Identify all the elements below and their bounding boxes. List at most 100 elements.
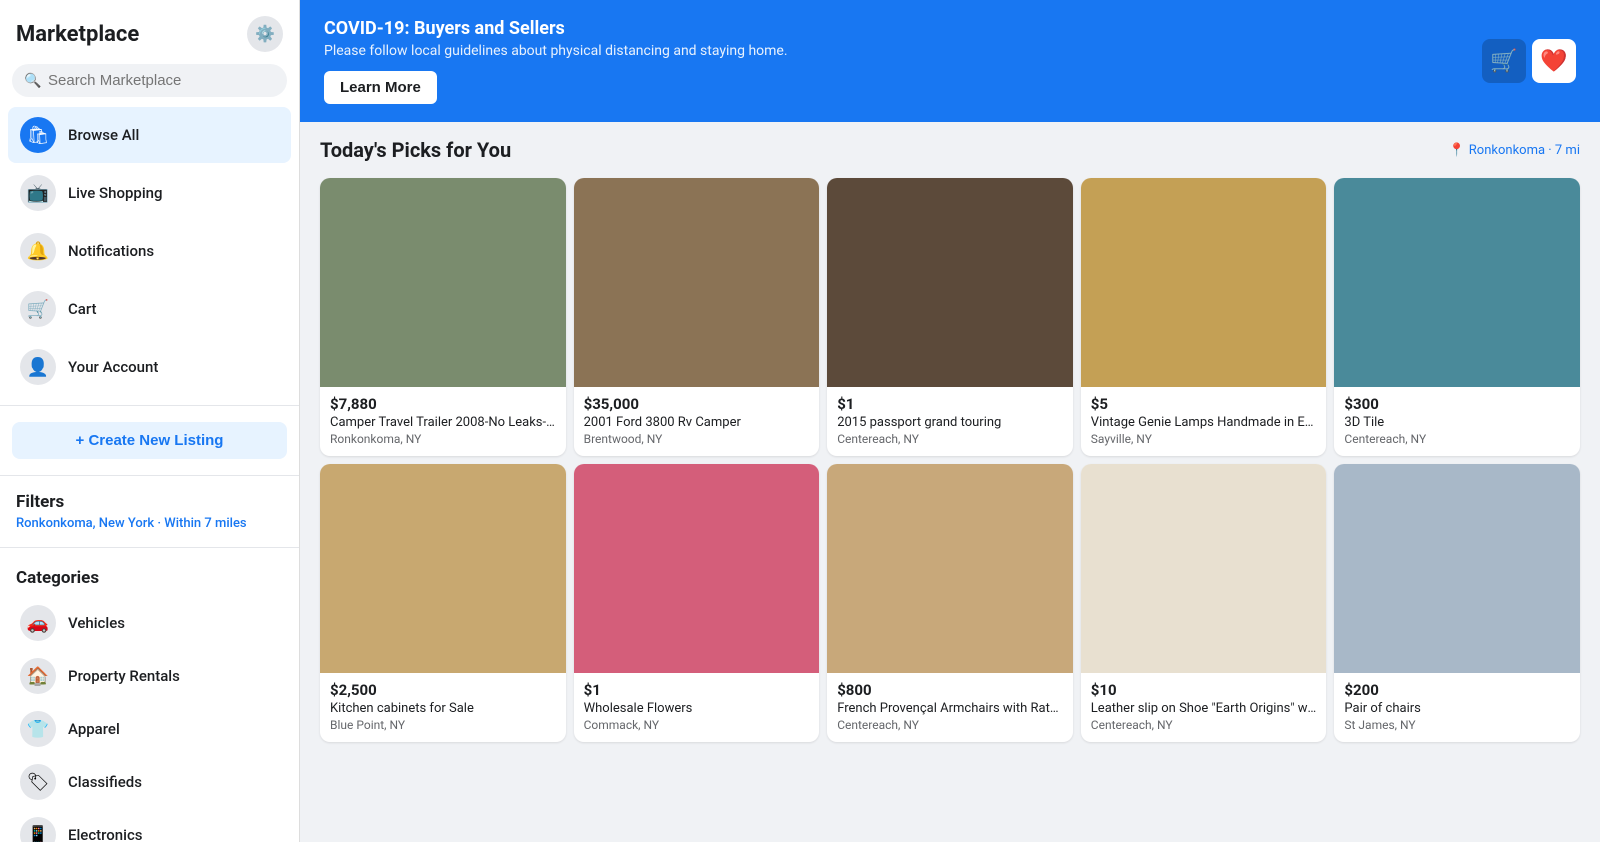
- listing-price-5: $2,500: [330, 681, 556, 699]
- apparel-label: Apparel: [68, 720, 120, 738]
- sidebar-item-your-account[interactable]: 👤 Your Account: [8, 339, 291, 395]
- cart-icon-box: 🛒: [1482, 39, 1526, 83]
- divider-3: [0, 547, 299, 548]
- listing-info-5: $2,500 Kitchen cabinets for Sale Blue Po…: [320, 673, 566, 742]
- listing-name-4: 3D Tile: [1344, 415, 1570, 430]
- listing-location-6: Commack, NY: [584, 718, 810, 732]
- listing-price-3: $5: [1091, 395, 1317, 413]
- listings-grid: $7,880 Camper Travel Trailer 2008-No Lea…: [320, 178, 1580, 742]
- sidebar-item-cart[interactable]: 🛒 Cart: [8, 281, 291, 337]
- create-listing-button[interactable]: + Create New Listing: [12, 422, 287, 459]
- search-box: 🔍: [12, 64, 287, 97]
- listing-card-8[interactable]: $10 Leather slip on Shoe "Earth Origins"…: [1081, 464, 1327, 742]
- listing-card-0[interactable]: $7,880 Camper Travel Trailer 2008-No Lea…: [320, 178, 566, 456]
- notifications-label: Notifications: [68, 242, 154, 260]
- listing-card-4[interactable]: $300 3D Tile Centereach, NY: [1334, 178, 1580, 456]
- listing-price-8: $10: [1091, 681, 1317, 699]
- listing-location-5: Blue Point, NY: [330, 718, 556, 732]
- listing-price-4: $300: [1344, 395, 1570, 413]
- divider-2: [0, 475, 299, 476]
- listing-image-8: [1081, 464, 1327, 673]
- listing-card-3[interactable]: $5 Vintage Genie Lamps Handmade in Egypt…: [1081, 178, 1327, 456]
- listing-card-7[interactable]: $800 French Provençal Armchairs with Rat…: [827, 464, 1073, 742]
- listing-name-6: Wholesale Flowers: [584, 701, 810, 716]
- listing-image-3: [1081, 178, 1327, 387]
- listing-name-5: Kitchen cabinets for Sale: [330, 701, 556, 716]
- listing-image-6: [574, 464, 820, 673]
- cart-icon: 🛒: [20, 291, 56, 327]
- classifieds-icon: 🏷: [20, 764, 56, 800]
- vehicles-icon: 🚗: [20, 605, 56, 641]
- listing-card-2[interactable]: $1 2015 passport grand touring Centereac…: [827, 178, 1073, 456]
- listing-name-0: Camper Travel Trailer 2008-No Leaks-Very…: [330, 415, 556, 430]
- location-text: Ronkonkoma · 7 mi: [1469, 143, 1580, 158]
- sidebar-item-browse-all[interactable]: 🛍 Browse All: [8, 107, 291, 163]
- listing-name-1: 2001 Ford 3800 Rv Camper: [584, 415, 810, 430]
- notifications-icon: 🔔: [20, 233, 56, 269]
- property-rentals-icon: 🏠: [20, 658, 56, 694]
- categories-title: Categories: [8, 564, 291, 596]
- listing-location-7: Centereach, NY: [837, 718, 1063, 732]
- listing-price-6: $1: [584, 681, 810, 699]
- sidebar-title: Marketplace: [16, 22, 139, 47]
- listing-info-0: $7,880 Camper Travel Trailer 2008-No Lea…: [320, 387, 566, 456]
- category-item-apparel[interactable]: 👕 Apparel: [8, 703, 291, 755]
- electronics-icon: 📱: [20, 817, 56, 842]
- listing-card-9[interactable]: $200 Pair of chairs St James, NY: [1334, 464, 1580, 742]
- listing-name-3: Vintage Genie Lamps Handmade in Egypt. E…: [1091, 415, 1317, 430]
- listing-image-4: [1334, 178, 1580, 387]
- live-shopping-label: Live Shopping: [68, 184, 163, 202]
- gear-button[interactable]: ⚙️: [247, 16, 283, 52]
- search-input[interactable]: [12, 64, 287, 97]
- category-item-vehicles[interactable]: 🚗 Vehicles: [8, 597, 291, 649]
- vehicles-label: Vehicles: [68, 614, 125, 632]
- covid-banner: COVID-19: Buyers and Sellers Please foll…: [300, 0, 1600, 122]
- listing-location-1: Brentwood, NY: [584, 432, 810, 446]
- location-pin-icon: 📍: [1449, 143, 1465, 158]
- sidebar-header: Marketplace ⚙️: [0, 0, 299, 60]
- sidebar-item-live-shopping[interactable]: 📺 Live Shopping: [8, 165, 291, 221]
- listing-info-9: $200 Pair of chairs St James, NY: [1334, 673, 1580, 742]
- banner-icons: 🛒 ❤️: [1482, 39, 1576, 83]
- listing-image-1: [574, 178, 820, 387]
- listing-info-7: $800 French Provençal Armchairs with Rat…: [827, 673, 1073, 742]
- location-label: 📍 Ronkonkoma · 7 mi: [1449, 143, 1580, 158]
- browse-all-label: Browse All: [68, 126, 139, 144]
- listing-name-2: 2015 passport grand touring: [837, 415, 1063, 430]
- listing-card-5[interactable]: $2,500 Kitchen cabinets for Sale Blue Po…: [320, 464, 566, 742]
- listing-image-7: [827, 464, 1073, 673]
- divider-1: [0, 405, 299, 406]
- sidebar-item-notifications[interactable]: 🔔 Notifications: [8, 223, 291, 279]
- banner-description: Please follow local guidelines about phy…: [324, 43, 788, 59]
- category-item-property-rentals[interactable]: 🏠 Property Rentals: [8, 650, 291, 702]
- your-account-icon: 👤: [20, 349, 56, 385]
- listing-location-8: Centereach, NY: [1091, 718, 1317, 732]
- listing-image-9: [1334, 464, 1580, 673]
- listing-info-1: $35,000 2001 Ford 3800 Rv Camper Brentwo…: [574, 387, 820, 456]
- picks-header: Today's Picks for You 📍 Ronkonkoma · 7 m…: [320, 138, 1580, 162]
- filters-location[interactable]: Ronkonkoma, New York · Within 7 miles: [16, 516, 283, 531]
- listing-price-0: $7,880: [330, 395, 556, 413]
- property-rentals-label: Property Rentals: [68, 667, 180, 685]
- listing-card-6[interactable]: $1 Wholesale Flowers Commack, NY: [574, 464, 820, 742]
- banner-title: COVID-19: Buyers and Sellers: [324, 18, 788, 39]
- your-account-label: Your Account: [68, 358, 158, 376]
- search-icon: 🔍: [24, 73, 41, 89]
- listing-price-7: $800: [837, 681, 1063, 699]
- listing-card-1[interactable]: $35,000 2001 Ford 3800 Rv Camper Brentwo…: [574, 178, 820, 456]
- listing-location-3: Sayville, NY: [1091, 432, 1317, 446]
- filters-section: Filters Ronkonkoma, New York · Within 7 …: [0, 484, 299, 539]
- categories-section: Categories 🚗 Vehicles 🏠 Property Rentals…: [0, 556, 299, 842]
- main-content: COVID-19: Buyers and Sellers Please foll…: [300, 0, 1600, 842]
- category-item-classifieds[interactable]: 🏷 Classifieds: [8, 756, 291, 808]
- cart-label: Cart: [68, 300, 97, 318]
- sidebar: Marketplace ⚙️ 🔍 🛍 Browse All 📺 Live Sho…: [0, 0, 300, 842]
- heart-icon-box: ❤️: [1532, 39, 1576, 83]
- banner-text: COVID-19: Buyers and Sellers Please foll…: [324, 18, 788, 104]
- category-item-electronics[interactable]: 📱 Electronics: [8, 809, 291, 842]
- listing-location-9: St James, NY: [1344, 718, 1570, 732]
- listing-location-4: Centereach, NY: [1344, 432, 1570, 446]
- listing-location-2: Centereach, NY: [837, 432, 1063, 446]
- nav-items: 🛍 Browse All 📺 Live Shopping 🔔 Notificat…: [0, 105, 299, 397]
- learn-more-button[interactable]: Learn More: [324, 71, 437, 104]
